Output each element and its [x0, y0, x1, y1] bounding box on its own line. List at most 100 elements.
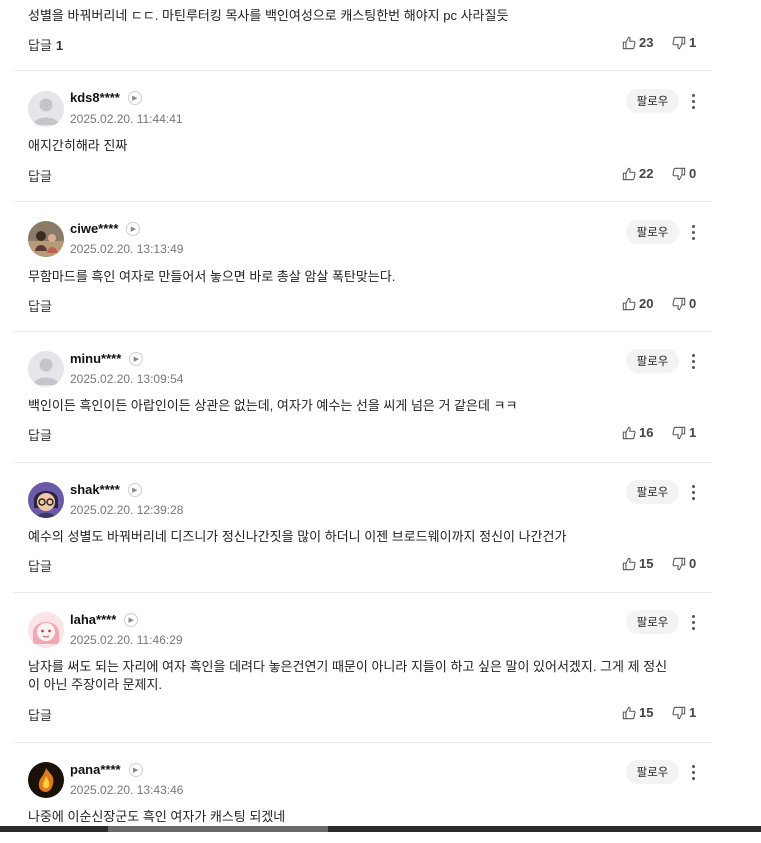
author-name: shak****	[70, 482, 120, 497]
comment-item: 성별을 바꿔버리네 ㄷㄷ. 마틴루터킹 목사를 백인여성으로 캐스팅한번 해야지…	[13, 0, 712, 71]
comment-text: 예수의 성별도 바꿔버리네 디즈니가 정신나간짓을 많이 하더니 이젠 브로드웨…	[28, 529, 567, 544]
anime-avatar[interactable]	[28, 612, 64, 648]
comment-timestamp: 2025.02.20. 12:39:28	[70, 503, 184, 517]
reply-label: 답글	[28, 428, 52, 443]
horizontal-scrollbar[interactable]	[0, 826, 761, 832]
comment-text: 나중에 이순신장군도 흑인 여자가 캐스팅 되겠네	[28, 809, 286, 824]
follow-button[interactable]: 팔로우	[626, 89, 679, 113]
like-button[interactable]: 22	[622, 166, 653, 181]
follow-button[interactable]: 팔로우	[626, 220, 679, 244]
thumbs-down-icon	[672, 167, 686, 180]
dislike-count: 0	[689, 166, 697, 181]
dislike-button[interactable]: 1	[672, 425, 696, 440]
thumbs-down-icon	[672, 36, 686, 49]
more-options-icon[interactable]	[687, 761, 699, 783]
comment-timestamp: 2025.02.20. 11:46:29	[70, 633, 183, 647]
like-count: 15	[639, 705, 654, 720]
author-name: ciwe****	[70, 221, 119, 236]
reply-button[interactable]: 답글 1	[28, 35, 63, 54]
dislike-button[interactable]: 0	[672, 296, 696, 311]
thumbs-up-icon	[622, 557, 636, 570]
follow-button[interactable]: 팔로우	[626, 480, 679, 504]
thumbs-up-icon	[622, 297, 636, 310]
reply-label: 답글	[28, 299, 52, 314]
like-count: 20	[639, 296, 654, 311]
reply-label: 답글	[28, 708, 52, 723]
comment-author[interactable]: minu**** ▶	[70, 351, 144, 366]
comment-text: 남자를 써도 되는 자리에 여자 흑인을 데려다 놓은건연기 때문이 아니라 지…	[28, 659, 668, 692]
more-options-icon[interactable]	[687, 611, 699, 633]
like-button[interactable]: 20	[622, 296, 653, 311]
reply-button[interactable]: 답글	[28, 705, 52, 724]
dislike-button[interactable]: 0	[672, 166, 696, 181]
comment-timestamp: 2025.02.20. 13:09:54	[70, 372, 184, 386]
author-name: pana****	[70, 762, 121, 777]
follow-button[interactable]: 팔로우	[626, 610, 679, 634]
chevron-right-icon[interactable]: ▶	[128, 762, 143, 777]
more-options-icon[interactable]	[687, 90, 699, 112]
comment-text: 애지간히해라 진짜	[28, 138, 128, 153]
scrollbar-thumb[interactable]	[108, 826, 328, 832]
chevron-right-icon[interactable]: ▶	[129, 351, 144, 366]
dislike-count: 1	[689, 705, 697, 720]
dislike-count: 0	[689, 556, 697, 571]
comment-author[interactable]: ciwe**** ▶	[70, 221, 141, 236]
dislike-count: 1	[689, 35, 697, 50]
more-options-icon[interactable]	[687, 221, 699, 243]
default-avatar-icon[interactable]	[28, 351, 64, 387]
chevron-right-icon[interactable]: ▶	[126, 221, 141, 236]
comment-item: shak**** ▶ 2025.02.20. 12:39:28 팔로우 예수의 성…	[13, 463, 712, 593]
like-count: 16	[639, 425, 654, 440]
comment-timestamp: 2025.02.20. 13:43:46	[70, 783, 184, 797]
reply-count: 1	[55, 38, 64, 53]
comment-author[interactable]: pana**** ▶	[70, 762, 143, 777]
photo-avatar[interactable]	[28, 221, 64, 257]
reply-button[interactable]: 답글	[28, 425, 52, 444]
dislike-button[interactable]: 0	[672, 556, 696, 571]
comment-text: 성별을 바꿔버리네 ㄷㄷ. 마틴루터킹 목사를 백인여성으로 캐스팅한번 해야지…	[28, 8, 509, 23]
reply-button[interactable]: 답글	[28, 296, 52, 315]
follow-button[interactable]: 팔로우	[626, 349, 679, 373]
thumbs-down-icon	[672, 557, 686, 570]
default-avatar-icon[interactable]	[28, 91, 64, 127]
more-options-icon[interactable]	[687, 481, 699, 503]
chevron-right-icon[interactable]: ▶	[127, 90, 142, 105]
fire-avatar[interactable]	[28, 762, 64, 798]
like-button[interactable]: 15	[622, 705, 653, 720]
dislike-button[interactable]: 1	[672, 35, 696, 50]
comment-item: ciwe**** ▶ 2025.02.20. 13:13:49 팔로우 무함마드를…	[13, 202, 712, 332]
reply-button[interactable]: 답글	[28, 166, 52, 185]
comment-item: laha**** ▶ 2025.02.20. 11:46:29 팔로우 남자를 써…	[13, 593, 712, 743]
reply-label: 답글	[28, 169, 52, 184]
comment-author[interactable]: kds8**** ▶	[70, 90, 142, 105]
dislike-count: 1	[689, 425, 697, 440]
chevron-right-icon[interactable]: ▶	[127, 482, 142, 497]
reply-label: 답글	[28, 38, 52, 53]
author-name: kds8****	[70, 90, 120, 105]
comment-author[interactable]: shak**** ▶	[70, 482, 142, 497]
like-button[interactable]: 15	[622, 556, 653, 571]
like-count: 23	[639, 35, 654, 50]
comment-item: kds8**** ▶ 2025.02.20. 11:44:41 팔로우 애지간히해…	[13, 71, 712, 202]
dislike-count: 0	[689, 296, 697, 311]
reply-label: 답글	[28, 559, 52, 574]
chevron-right-icon[interactable]: ▶	[124, 612, 139, 627]
thumbs-down-icon	[672, 297, 686, 310]
comment-author[interactable]: laha**** ▶	[70, 612, 139, 627]
cartoon-avatar[interactable]	[28, 482, 64, 518]
thumbs-up-icon	[622, 36, 636, 49]
thumbs-up-icon	[622, 706, 636, 719]
like-button[interactable]: 16	[622, 425, 653, 440]
reply-button[interactable]: 답글	[28, 556, 52, 575]
comment-item: minu**** ▶ 2025.02.20. 13:09:54 팔로우 백인이든 …	[13, 332, 712, 463]
comment-text: 백인이든 흑인이든 아랍인이든 상관은 없는데, 여자가 예수는 선을 씨게 넘…	[28, 398, 518, 413]
more-options-icon[interactable]	[687, 350, 699, 372]
comment-timestamp: 2025.02.20. 13:13:49	[70, 242, 184, 256]
thumbs-up-icon	[622, 426, 636, 439]
follow-button[interactable]: 팔로우	[626, 760, 679, 784]
thumbs-down-icon	[672, 426, 686, 439]
dislike-button[interactable]: 1	[672, 705, 696, 720]
comment-text: 무함마드를 흑인 여자로 만들어서 놓으면 바로 총살 암살 폭탄맞는다.	[28, 269, 396, 284]
like-button[interactable]: 23	[622, 35, 653, 50]
author-name: laha****	[70, 612, 117, 627]
